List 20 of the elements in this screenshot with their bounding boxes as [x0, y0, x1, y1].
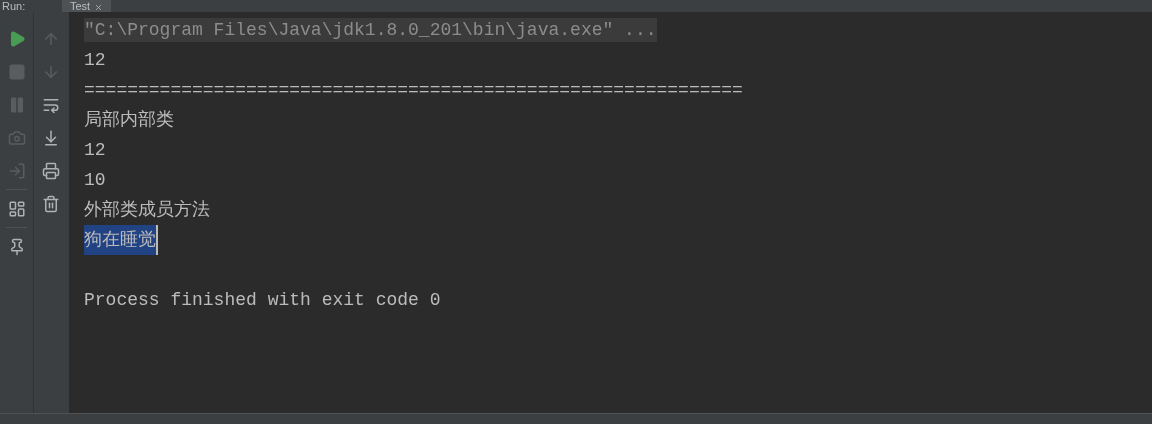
run-tab[interactable]: Test	[62, 0, 112, 12]
run-icon	[8, 29, 26, 48]
output-line: =============================================================	[84, 79, 743, 102]
login-icon	[8, 161, 26, 180]
output-line: 10	[84, 169, 106, 192]
scroll-to-end-icon	[42, 128, 60, 147]
output-line: Process finished with exit code 0	[84, 289, 441, 312]
stop-icon	[8, 62, 26, 81]
pin-icon	[8, 237, 26, 256]
camera-icon	[8, 128, 26, 147]
output-line: 外部类成员方法	[84, 199, 210, 222]
output-line: 12	[84, 139, 106, 162]
run-label: Run:	[1, 1, 27, 12]
pause-icon	[8, 95, 26, 114]
close-icon	[94, 3, 104, 12]
trash-icon	[42, 194, 60, 213]
print-icon	[42, 161, 60, 180]
layout-icon	[8, 199, 26, 218]
output-line: 12	[84, 49, 106, 72]
output-line: 局部内部类	[84, 109, 174, 132]
